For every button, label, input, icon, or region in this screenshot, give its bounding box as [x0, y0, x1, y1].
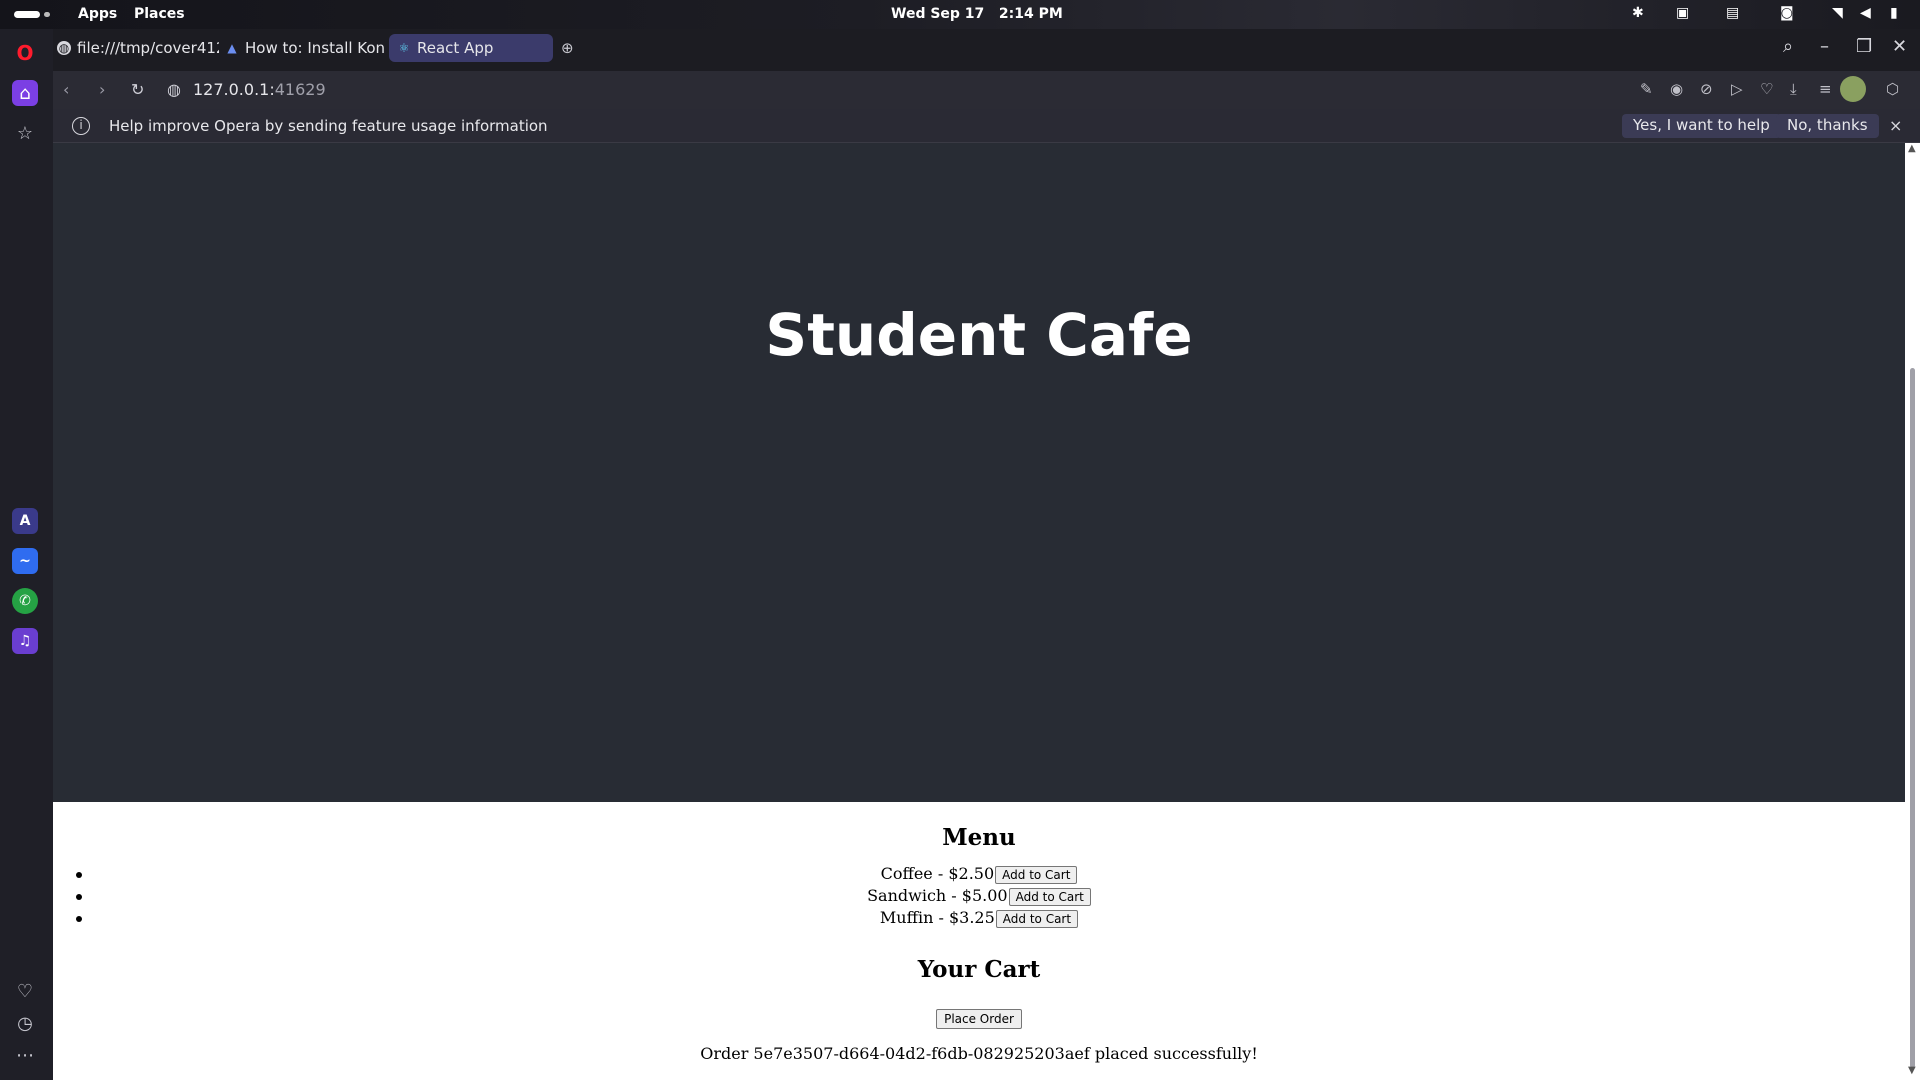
menu-item-text: Coffee - $2.50	[880, 864, 995, 883]
place-order-button[interactable]: Place Order	[936, 1009, 1022, 1029]
tab-title: React App	[417, 39, 494, 57]
tab-kong[interactable]: ▲ How to: Install Kong	[225, 34, 385, 62]
docker-icon[interactable]: ▣	[1676, 5, 1689, 21]
forward-icon[interactable]: ›	[99, 80, 105, 99]
cart-heading: Your Cart	[917, 956, 1041, 983]
speed-dial-icon[interactable]: ☆	[12, 120, 38, 146]
url-field[interactable]: 127.0.0.1:41629	[193, 80, 326, 99]
volume-icon[interactable]: ◀	[1860, 5, 1871, 21]
clock-time: 2:14 PM	[998, 6, 1063, 22]
wifi-icon[interactable]: ◥	[1832, 5, 1843, 21]
tab-strip: ◍ file:///tmp/cover412 ▲ How to: Install…	[53, 29, 1920, 67]
no-thanks-button[interactable]: No, thanks	[1776, 114, 1879, 138]
whatsapp-icon[interactable]: ✆	[12, 588, 38, 614]
messenger-icon[interactable]: ~	[12, 548, 38, 574]
extensions-icon[interactable]: ⬡	[1886, 80, 1899, 98]
page-viewport: Student Cafe Menu Coffee - $2.50 Add to C…	[53, 143, 1905, 1080]
info-message: Help improve Opera by sending feature us…	[109, 117, 548, 135]
address-bar: ‹ › ↻ ◍ 127.0.0.1:41629 ✎ ◉ ⊘ ▷ ♡ ⤓ ≡ ⬡	[53, 71, 1920, 109]
order-confirmation: Order 5e7e3507-d664-04d2-f6db-082925203a…	[700, 1044, 1258, 1063]
back-icon[interactable]: ‹	[63, 80, 69, 99]
menu-item: Sandwich - $5.00 Add to Cart	[53, 886, 1905, 908]
battery-icon[interactable]: ▮	[1890, 5, 1898, 21]
restore-icon[interactable]: ❐	[1856, 36, 1872, 57]
bluetooth-icon[interactable]: ✱	[1632, 5, 1644, 21]
history-icon[interactable]: ◷	[12, 1010, 38, 1036]
play-icon[interactable]: ▷	[1731, 80, 1743, 98]
scrollbar-thumb[interactable]	[1910, 368, 1915, 1068]
download-icon[interactable]: ⤓	[1790, 80, 1797, 98]
yes-help-button[interactable]: Yes, I want to help	[1622, 114, 1781, 138]
favorites-icon[interactable]: ♡	[12, 978, 38, 1004]
tab-file[interactable]: ◍ file:///tmp/cover412	[57, 34, 219, 62]
add-to-cart-button[interactable]: Add to Cart	[995, 865, 1078, 884]
search-tabs-icon[interactable]: ⌕	[1783, 36, 1793, 57]
edit-icon[interactable]: ✎	[1640, 80, 1653, 98]
clock-date: Wed Sep 17	[891, 6, 985, 22]
tab-title: How to: Install Kong	[245, 39, 385, 57]
order-actions: Place Order	[53, 1008, 1905, 1029]
tab-title: file:///tmp/cover412	[77, 39, 219, 57]
opera-logo-icon[interactable]: O	[12, 40, 38, 66]
profile-avatar[interactable]	[1840, 76, 1866, 102]
snapshot-icon[interactable]: ◉	[1670, 80, 1683, 98]
site-info-icon[interactable]: ◍	[167, 80, 181, 99]
activities-indicator[interactable]	[14, 11, 40, 18]
new-tab-button[interactable]: ⊕	[561, 34, 581, 62]
apps-menu[interactable]: Apps	[78, 6, 117, 22]
url-host: 127.0.0.1:	[193, 80, 275, 99]
url-port: 41629	[274, 80, 326, 99]
system-top-bar: Apps Places Wed Sep 17 2:14 PM ✱ ▣ ▤ ◙ ◥…	[0, 0, 1920, 29]
workspace-indicator	[44, 12, 50, 17]
music-player-icon[interactable]: ♫	[12, 628, 38, 654]
kong-icon: ▲	[227, 41, 237, 55]
more-icon[interactable]: ⋯	[12, 1042, 38, 1068]
easy-setup-icon[interactable]: ≡	[1819, 80, 1832, 98]
react-icon: ⚛	[398, 41, 410, 55]
monitor-icon[interactable]: ◙	[1780, 5, 1794, 21]
menu-list: Coffee - $2.50 Add to Cart Sandwich - $5.…	[53, 864, 1905, 930]
tab-react-app[interactable]: ⚛ React App	[389, 34, 553, 62]
page-title: Student Cafe	[765, 301, 1193, 369]
heart-icon[interactable]: ♡	[1760, 80, 1773, 98]
chat-icon[interactable]: ▤	[1726, 5, 1739, 21]
add-to-cart-button[interactable]: Add to Cart	[995, 909, 1079, 928]
minimize-icon[interactable]: –	[1820, 36, 1829, 57]
globe-icon: ◍	[57, 41, 71, 55]
places-menu[interactable]: Places	[134, 6, 185, 22]
opera-info-bar: i Help improve Opera by sending feature …	[53, 109, 1920, 143]
close-infobar-icon[interactable]: ×	[1889, 116, 1902, 135]
page-scrollbar[interactable]: ▲ ▼	[1905, 143, 1920, 1080]
menu-item: Muffin - $3.25 Add to Cart	[53, 908, 1905, 930]
app-header: Student Cafe	[53, 143, 1905, 802]
info-icon: i	[72, 117, 90, 135]
opera-sidebar: O ⌂ ☆ A ~ ✆ ♫ ♡ ◷ ⋯	[0, 29, 53, 1080]
scroll-down-icon[interactable]: ▼	[1908, 1065, 1916, 1076]
menu-item: Coffee - $2.50 Add to Cart	[53, 864, 1905, 886]
clock[interactable]: Wed Sep 17 2:14 PM	[891, 6, 1063, 22]
menu-item-text: Sandwich - $5.00	[867, 886, 1008, 905]
reload-icon[interactable]: ↻	[131, 80, 144, 99]
home-icon[interactable]: ⌂	[12, 80, 38, 106]
close-window-icon[interactable]: ✕	[1892, 36, 1907, 57]
scroll-up-icon[interactable]: ▲	[1908, 143, 1916, 154]
aria-icon[interactable]: A	[12, 508, 38, 534]
menu-item-text: Muffin - $3.25	[879, 908, 995, 927]
adblock-icon[interactable]: ⊘	[1700, 80, 1713, 98]
add-to-cart-button[interactable]: Add to Cart	[1008, 887, 1091, 906]
menu-heading: Menu	[942, 824, 1016, 851]
